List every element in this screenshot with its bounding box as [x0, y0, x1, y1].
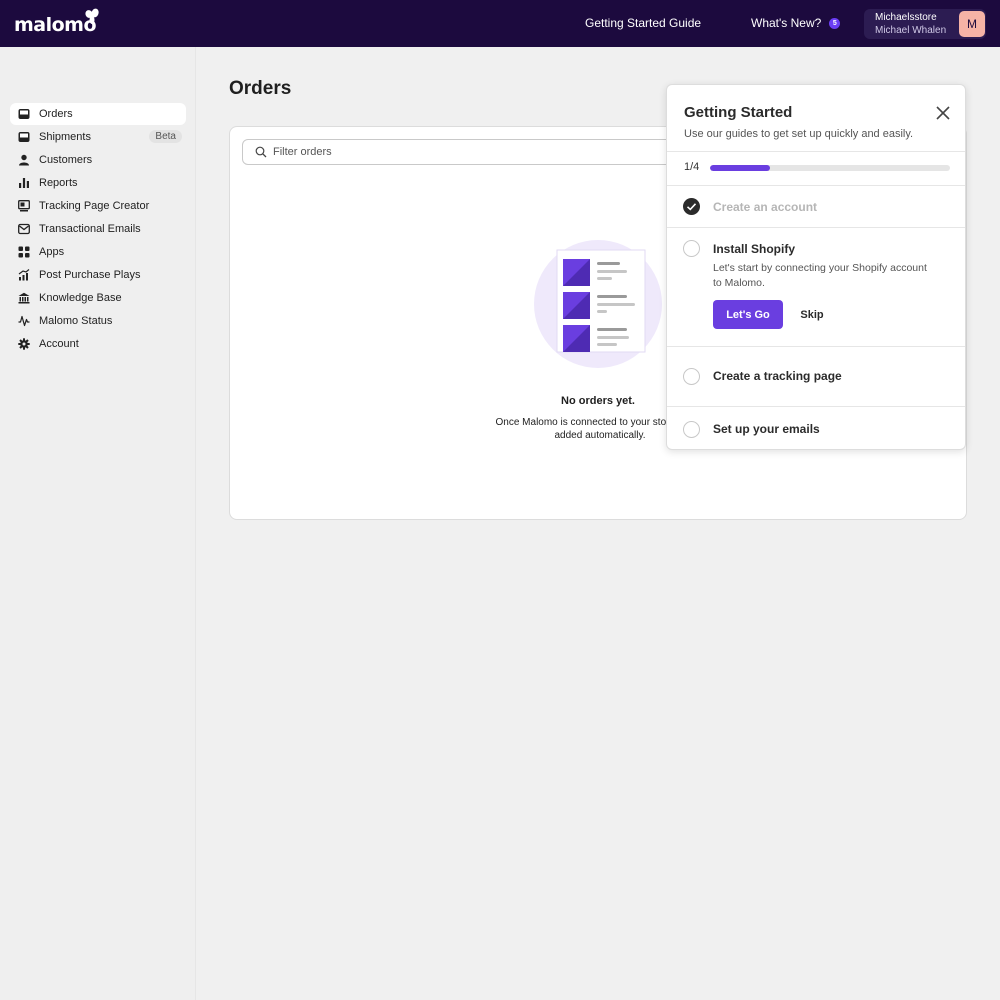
sidebar-item-label: Apps [39, 246, 65, 258]
sidebar-item-label: Reports [39, 177, 78, 189]
step-create-account[interactable]: Create an account [713, 200, 817, 214]
bank-icon [18, 292, 30, 304]
step-install-shopify[interactable]: Install Shopify [713, 242, 795, 256]
progress-bar [710, 165, 950, 171]
whats-new-link[interactable]: What's New? 5 [751, 16, 841, 30]
sidebar-item-knowledge-base[interactable]: Knowledge Base [10, 287, 186, 309]
account-switcher[interactable]: Michaelsstore Michael Whalen M [864, 9, 986, 39]
getting-started-title: Getting Started [684, 104, 793, 121]
step-install-shopify-description: Let's start by connecting your Shopify a… [713, 262, 927, 289]
sidebar-item-tracking-page-creator[interactable]: Tracking Page Creator [10, 195, 186, 217]
sidebar-item-label: Shipments [39, 131, 91, 143]
malomo-logo[interactable]: malomo [14, 8, 99, 38]
beta-badge: Beta [149, 130, 182, 143]
sidebar-item-reports[interactable]: Reports [10, 172, 186, 194]
sidebar-item-malomo-status[interactable]: Malomo Status [10, 310, 186, 332]
box-icon [18, 131, 30, 143]
step-completed-check-icon [683, 198, 700, 215]
sidebar-item-label: Knowledge Base [39, 292, 122, 304]
divider [667, 406, 965, 407]
sidebar-item-label: Post Purchase Plays [39, 269, 141, 281]
whats-new-label: What's New? [751, 16, 822, 30]
sidebar-item-label: Tracking Page Creator [39, 200, 150, 212]
divider [667, 346, 965, 347]
avatar: M [959, 11, 985, 37]
sidebar-item-label: Customers [39, 154, 93, 166]
user-name: Michael Whalen [875, 25, 947, 36]
logo-butterfly-icon [85, 8, 99, 24]
sidebar-item-shipments[interactable]: Shipments Beta [10, 126, 186, 148]
divider [667, 227, 965, 228]
step-checkbox-icon[interactable] [683, 421, 700, 438]
getting-started-panel: Getting Started Use our guides to get se… [666, 84, 966, 450]
sidebar-item-customers[interactable]: Customers [10, 149, 186, 171]
store-name: Michaelsstore [875, 12, 937, 23]
pulse-icon [18, 315, 30, 327]
mail-icon [18, 223, 30, 235]
step-set-up-emails[interactable]: Set up your emails [713, 422, 820, 436]
step-create-tracking-page[interactable]: Create a tracking page [713, 369, 842, 383]
apps-grid-icon [18, 246, 30, 258]
growth-chart-icon [18, 269, 30, 281]
sidebar-item-transactional-emails[interactable]: Transactional Emails [10, 218, 186, 240]
gear-icon [18, 338, 30, 350]
page-layout-icon [18, 200, 30, 212]
lets-go-button[interactable]: Let's Go [713, 300, 783, 329]
sidebar-item-apps[interactable]: Apps [10, 241, 186, 263]
step-checkbox-icon[interactable] [683, 368, 700, 385]
sidebar-item-account[interactable]: Account [10, 333, 186, 355]
sidebar-item-orders[interactable]: Orders [10, 103, 186, 125]
getting-started-subtitle: Use our guides to get set up quickly and… [684, 128, 914, 140]
search-icon [255, 146, 267, 158]
skip-button[interactable]: Skip [792, 300, 832, 329]
sidebar-item-label: Transactional Emails [39, 223, 141, 235]
sidebar-item-label: Account [39, 338, 79, 350]
sidebar-item-post-purchase-plays[interactable]: Post Purchase Plays [10, 264, 186, 286]
getting-started-guide-link[interactable]: Getting Started Guide [585, 16, 701, 30]
filter-orders-field[interactable] [242, 139, 702, 165]
sidebar: Orders Shipments Beta Customers Reports … [0, 47, 196, 1000]
whats-new-count-badge: 5 [829, 17, 841, 29]
inbox-icon [18, 108, 30, 120]
person-icon [18, 154, 30, 166]
sidebar-item-label: Orders [39, 108, 73, 120]
progress-count: 1/4 [684, 161, 700, 173]
divider [667, 185, 965, 186]
step-checkbox-icon[interactable] [683, 240, 700, 257]
top-nav-bar: malomo Getting Started Guide What's New?… [0, 0, 1000, 47]
filter-orders-input[interactable] [273, 146, 673, 158]
page-title: Orders [229, 78, 292, 99]
empty-orders-illustration [534, 240, 662, 368]
bar-chart-icon [18, 177, 30, 189]
close-icon[interactable] [935, 105, 951, 121]
sidebar-item-label: Malomo Status [39, 315, 113, 327]
progress-bar-fill [710, 165, 770, 171]
divider [667, 151, 965, 152]
